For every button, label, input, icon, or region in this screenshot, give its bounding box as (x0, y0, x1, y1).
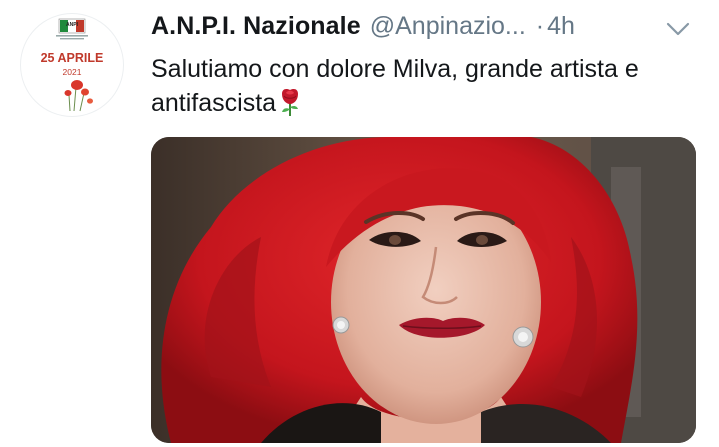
tweet-body: Salutiamo con dolore Milva, grande artis… (151, 55, 639, 117)
tweet-header: A.N.P.I. Nazionale @Anpinazio... · 4h (151, 12, 575, 46)
avatar[interactable]: ANPI 25 APRILE 2021 (20, 13, 124, 117)
anpi-logo: ANPI (56, 18, 88, 40)
user-handle[interactable]: @Anpinazio... (370, 12, 526, 41)
avatar-year: 2021 (63, 67, 82, 77)
tweet[interactable]: ANPI 25 APRILE 2021 A.N.P.I. Nazionale @… (0, 0, 719, 447)
tweet-text: Salutiamo con dolore Milva, grande artis… (151, 52, 691, 126)
portrait-photo (151, 137, 696, 443)
separator-dot: · (535, 12, 545, 40)
tweet-media-image[interactable] (151, 137, 696, 443)
display-name[interactable]: A.N.P.I. Nazionale (151, 12, 361, 41)
logo-text: ANPI (66, 22, 79, 28)
avatar-caption: 25 APRILE (41, 51, 104, 65)
poppy-icon (64, 80, 93, 112)
rose-emoji (277, 87, 303, 126)
timestamp[interactable]: 4h (547, 12, 575, 41)
chevron-down-icon[interactable] (664, 18, 692, 40)
